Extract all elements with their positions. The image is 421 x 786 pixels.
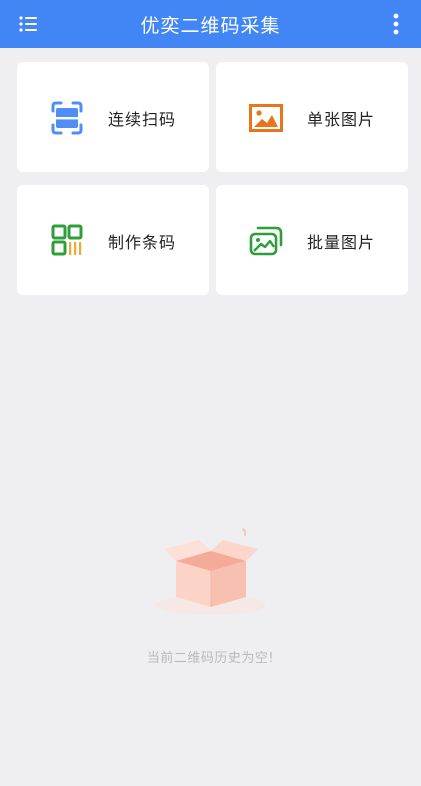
list-menu-icon: [19, 16, 37, 32]
more-options-button[interactable]: [387, 10, 405, 38]
multi-image-icon: [249, 226, 283, 256]
make-barcode-label: 制作条码: [108, 233, 177, 252]
continuous-scan-label: 连续扫码: [108, 110, 177, 129]
empty-box-icon: [156, 528, 266, 615]
image-icon: [249, 104, 283, 132]
batch-images-label: 批量图片: [307, 233, 376, 252]
single-image-card[interactable]: 单张图片: [216, 62, 408, 172]
make-barcode-card[interactable]: 制作条码: [17, 185, 209, 295]
single-image-label: 单张图片: [307, 110, 376, 129]
app-root: 优奕二维码采集 连续扫码 单张图片 制作条码 批量图片 当前二维码历史为空!: [0, 0, 421, 786]
qrcode-icon: [51, 224, 83, 256]
continuous-scan-card[interactable]: 连续扫码: [17, 62, 209, 172]
app-header: 优奕二维码采集: [0, 0, 421, 48]
page-title: 优奕二维码采集: [140, 14, 281, 37]
batch-images-card[interactable]: 批量图片: [216, 185, 408, 295]
more-vertical-icon: [393, 13, 399, 35]
scan-frame-icon: [51, 101, 83, 135]
empty-history-message: 当前二维码历史为空!: [146, 651, 275, 666]
menu-button[interactable]: [12, 10, 42, 38]
